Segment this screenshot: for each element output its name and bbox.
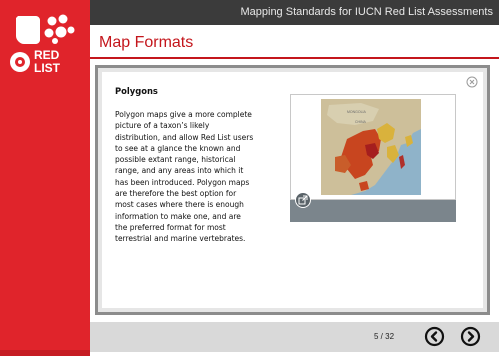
page-counter: 5 / 32 [374,332,395,341]
page-header: Map Formats [90,25,499,59]
course-title: Mapping Standards for IUCN Red List Asse… [240,6,493,18]
title-underline [90,57,499,59]
sidebar: RED LIST [0,0,90,356]
panel-inner: Polygons Polygon maps give a more comple… [102,72,483,308]
red-list-logo: RED LIST [10,14,75,75]
top-bar: Mapping Standards for IUCN Red List Asse… [90,0,499,25]
media-block: MONGOLIA CHINA [290,94,456,222]
chevron-right-circle-icon[interactable] [460,326,481,347]
section-heading: Polygons [115,86,158,96]
logo-text-red: RED [34,48,60,62]
map-label-china: CHINA [355,120,367,124]
content-panel: Polygons Polygon maps give a more comple… [95,65,490,315]
expand-image-button[interactable] [295,192,311,208]
map-image-frame: MONGOLIA CHINA [290,94,456,200]
chevron-left-circle-icon[interactable] [424,326,445,347]
logo-text-list: LIST [34,61,61,75]
range-map-image: MONGOLIA CHINA [321,99,421,195]
page-title: Map Formats [99,34,194,51]
map-label-mongolia: MONGOLIA [347,110,367,114]
expand-icon [298,195,308,205]
footer-bar: 5 / 32 [90,322,499,352]
sidebar-bottom-strip [0,350,90,356]
body-text: Polygon maps give a more complete pictur… [115,110,254,244]
close-icon[interactable] [466,76,478,88]
